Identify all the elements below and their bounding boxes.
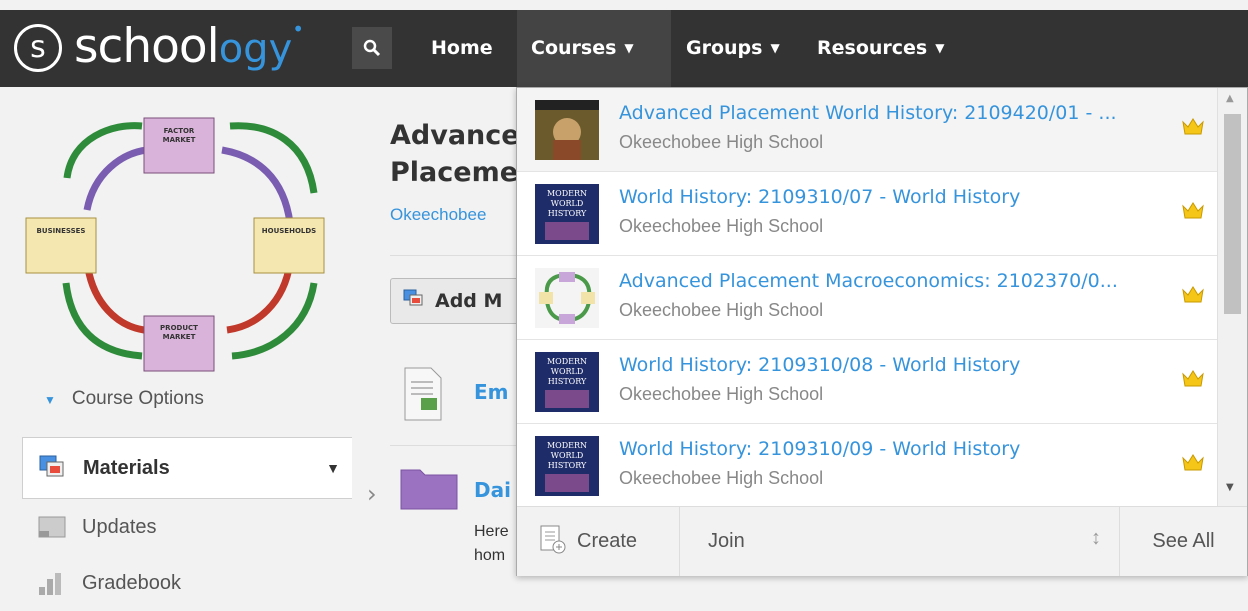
schoology-logo[interactable]: s schoology•	[14, 16, 304, 75]
sidebar-item-label: Updates	[82, 515, 157, 538]
course-item[interactable]: Advanced Placement World History: 210942…	[517, 88, 1217, 172]
sidebar-item-label: Materials	[83, 456, 170, 479]
sidebar-item-updates[interactable]: Updates	[22, 499, 352, 555]
svg-text:HISTORY: HISTORY	[548, 461, 587, 470]
nav-resources[interactable]: Resources ▼	[817, 10, 944, 87]
course-options-toggle[interactable]: ▼ Course Options	[44, 388, 204, 410]
search-button[interactable]	[352, 27, 392, 69]
ap-world-history-thumb	[535, 100, 599, 160]
material-item-title[interactable]: Em	[474, 380, 509, 404]
school-link[interactable]: Okeechobee	[390, 205, 486, 225]
triangle-down-icon: ▼	[44, 393, 56, 407]
course-item[interactable]: MODERN WORLD HISTORY World History: 210931…	[517, 172, 1217, 256]
sidebar-item-materials[interactable]: Materials ▼	[22, 437, 352, 499]
logo-circle-icon: s	[14, 24, 62, 72]
course-item[interactable]: Advanced Placement Macroeconomics: 21023…	[517, 256, 1217, 340]
courses-list: Advanced Placement World History: 210942…	[517, 88, 1217, 506]
svg-text:BUSINESSES: BUSINESSES	[37, 227, 86, 235]
svg-text:HISTORY: HISTORY	[548, 377, 587, 386]
scroll-down-arrow-icon[interactable]: ▼	[1226, 482, 1234, 493]
materials-icon	[36, 453, 70, 483]
logo-wordmark: schoology•	[74, 16, 304, 74]
course-name: Advanced Placement Macroeconomics: 21023…	[619, 270, 1118, 292]
add-materials-icon	[403, 289, 425, 314]
modern-world-history-thumb: MODERNWORLDHISTORY	[535, 436, 599, 496]
up-down-arrows-icon: ↕	[1091, 527, 1101, 549]
crown-icon	[1182, 454, 1204, 471]
course-name: World History: 2109310/09 - World Histor…	[619, 438, 1021, 460]
scroll-up-arrow-icon[interactable]: ▲	[1226, 93, 1234, 104]
sidebar-item-gradebook[interactable]: Gradebook	[22, 555, 352, 611]
chevron-down-icon: ▼	[935, 41, 945, 55]
chevron-down-icon: ▼	[770, 41, 780, 55]
gradebook-icon	[35, 568, 69, 598]
join-course-button[interactable]: Join ↕	[680, 507, 1120, 576]
course-profile-image: FACTOR MARKET BUSINESSES HOUSEHOLDS PROD…	[22, 98, 352, 380]
updates-icon	[35, 512, 69, 542]
caret-down-icon[interactable]: ▼	[326, 460, 340, 476]
search-icon	[363, 39, 381, 57]
svg-text:MODERN: MODERN	[547, 189, 587, 198]
svg-text:HOUSEHOLDS: HOUSEHOLDS	[262, 227, 316, 235]
svg-text:MODERN: MODERN	[547, 357, 587, 366]
course-school: Okeechobee High School	[619, 216, 824, 236]
svg-text:PRODUCT: PRODUCT	[160, 324, 198, 332]
svg-text:MARKET: MARKET	[163, 333, 196, 341]
course-item[interactable]: MODERN WORLD HISTORY World History: 210931…	[517, 424, 1217, 506]
crown-icon	[1182, 202, 1204, 219]
crown-icon	[1182, 286, 1204, 303]
top-navigation-bar: s schoology• Home Courses ▼ Groups ▼ Resou…	[0, 10, 1248, 87]
modern-world-history-thumb: MODERNWORLDHISTORY	[535, 184, 599, 244]
svg-text:WORLD: WORLD	[551, 367, 584, 376]
course-name: World History: 2109310/08 - World Histor…	[619, 354, 1021, 376]
course-item[interactable]: MODERN WORLD HISTORY World History: 210931…	[517, 340, 1217, 424]
macroeconomics-thumb	[535, 268, 599, 328]
nav-home[interactable]: Home	[431, 10, 493, 87]
factor-market-label: FACTOR	[164, 127, 195, 135]
courses-dropdown-footer: Create Join ↕ See All	[517, 506, 1247, 576]
crown-icon	[1182, 118, 1204, 135]
course-school: Okeechobee High School	[619, 300, 824, 320]
courses-dropdown: Advanced Placement World History: 210942…	[516, 87, 1248, 576]
course-school: Okeechobee High School	[619, 384, 824, 404]
nav-groups[interactable]: Groups ▼	[686, 10, 780, 87]
svg-text:MODERN: MODERN	[547, 441, 587, 450]
chevron-right-icon[interactable]: ›	[367, 480, 377, 508]
see-all-courses-button[interactable]: See All	[1120, 507, 1247, 576]
chevron-down-icon: ▼	[624, 41, 634, 55]
modern-world-history-thumb: MODERNWORLDHISTORY	[535, 352, 599, 412]
folder-item-title[interactable]: Dai	[474, 478, 511, 502]
scrollbar-thumb[interactable]	[1224, 114, 1241, 314]
svg-text:WORLD: WORLD	[551, 451, 584, 460]
divider	[390, 445, 520, 446]
course-school: Okeechobee High School	[619, 468, 824, 488]
sidebar-item-label: Gradebook	[82, 571, 181, 594]
add-materials-button[interactable]: Add M	[390, 278, 530, 324]
divider	[390, 255, 520, 256]
dropdown-scrollbar[interactable]: ▲ ▼	[1217, 88, 1247, 506]
page-title: Advance Placeme	[390, 120, 520, 188]
folder-item[interactable]	[400, 466, 458, 510]
svg-text:HISTORY: HISTORY	[548, 209, 587, 218]
sidebar-nav: Materials ▼ Updates Gradebook	[22, 437, 352, 611]
course-name: Advanced Placement World History: 210942…	[619, 102, 1117, 124]
svg-text:WORLD: WORLD	[551, 199, 584, 208]
create-course-button[interactable]: Create	[517, 507, 680, 576]
folder-description: Here hom	[474, 523, 509, 564]
create-icon	[537, 524, 567, 560]
nav-courses[interactable]: Courses ▼	[531, 10, 634, 87]
course-school: Okeechobee High School	[619, 132, 824, 152]
folder-icon	[400, 469, 458, 510]
crown-icon	[1182, 370, 1204, 387]
svg-text:MARKET: MARKET	[163, 136, 196, 144]
document-icon	[404, 367, 442, 421]
material-item[interactable]	[403, 366, 443, 422]
course-name: World History: 2109310/07 - World Histor…	[619, 186, 1021, 208]
